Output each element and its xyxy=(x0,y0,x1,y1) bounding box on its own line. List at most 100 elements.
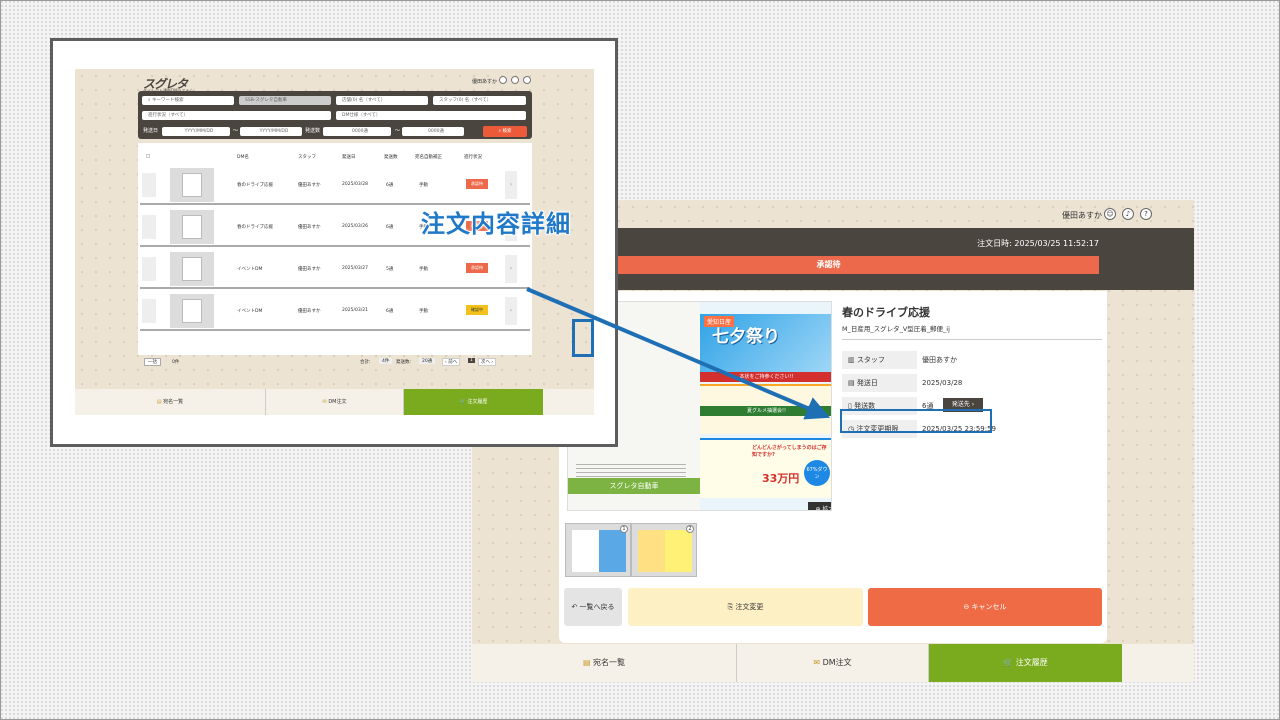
user-name: 優田あすか xyxy=(472,79,498,85)
thumbnail-number: 2 xyxy=(686,525,694,533)
cart-icon: 🛒 xyxy=(1003,658,1014,667)
row-thumbnail xyxy=(170,210,214,244)
count-to-input[interactable]: 0000通 xyxy=(402,127,464,136)
col-auto-correct: 宛名自動補正 xyxy=(415,155,442,160)
user-name: 優田あすか xyxy=(1062,211,1102,220)
row-checkbox[interactable] xyxy=(142,215,156,239)
per-page-select[interactable]: 一括 xyxy=(144,358,161,366)
col-send-date: 発送日 xyxy=(342,155,356,160)
status-banner: 承認待 xyxy=(558,256,1099,274)
user-icon[interactable] xyxy=(499,76,507,84)
row-checkbox[interactable] xyxy=(142,173,156,197)
order-table: □ DM名 スタッフ 発送日 発送数 宛名自動補正 進行状況 春のドライブ応援 … xyxy=(138,143,532,355)
page-current[interactable]: 1 xyxy=(468,358,475,363)
zoom-button[interactable]: ⊕ 拡大 xyxy=(808,502,831,511)
clipboard-icon: ▤ xyxy=(156,399,162,405)
store-select[interactable]: 店舗(0) 名（すべて） xyxy=(336,96,428,105)
zoom-label: 拡大 xyxy=(822,506,831,511)
back-to-list-button[interactable]: ↶ 一覧へ戻る xyxy=(564,588,622,626)
company-select[interactable]: SSB-スグレタ自動車 xyxy=(239,96,331,105)
date-to-input[interactable]: YYYY/MM/DD xyxy=(240,127,302,136)
keyword-input[interactable]: ⌕ キーワード検索 xyxy=(142,96,234,105)
row-auto: 手動 xyxy=(419,183,428,188)
nav-address-list[interactable]: ▤ 宛名一覧 xyxy=(75,389,266,415)
dm-spec: M_日産用_スグレタ_V型圧着_郵便_ij xyxy=(842,323,1102,340)
table-footer: 一括 0件 合計: 4件 発送数: 20通 ‹ 前へ 1 次へ › xyxy=(138,355,532,369)
row-dm-name: 春のドライブ応援 xyxy=(237,225,273,230)
prev-page-button[interactable]: ‹ 前へ xyxy=(442,358,461,366)
table-row[interactable]: 春のドライブ応援 優田あすか 2025/03/28 6通 手動 承認待 › xyxy=(140,165,530,205)
dealer-name: スグレタ自動車 xyxy=(568,478,700,494)
next-page-button[interactable]: 次へ › xyxy=(478,358,497,366)
chevron-right-icon[interactable]: › xyxy=(505,171,517,199)
help-icon[interactable] xyxy=(523,76,531,84)
row-auto: 手動 xyxy=(419,309,428,314)
row-staff: 優田あすか xyxy=(298,225,321,230)
nav-order-history[interactable]: 🛒 注文履歴 xyxy=(404,389,543,415)
row-date: 2025/03/27 xyxy=(342,266,368,271)
row-auto: 手動 xyxy=(419,267,428,272)
flyer-price: 33万円 xyxy=(762,472,800,485)
nav-dm-order[interactable]: ✉ DM注文 xyxy=(266,389,404,415)
info-staff: ▥ スタッフ 優田あすか xyxy=(842,351,1100,371)
col-staff: スタッフ xyxy=(298,155,316,160)
bell-icon[interactable]: ♪ xyxy=(1122,208,1134,220)
total-label: 合計: xyxy=(360,360,371,365)
search-button[interactable]: ⌕ 検索 xyxy=(483,126,527,137)
nav-address-list[interactable]: ▤ 宛名一覧 xyxy=(472,644,737,682)
row-staff: 優田あすか xyxy=(298,183,321,188)
send-date-value: 2025/03/28 xyxy=(922,379,963,387)
filter-panel: ⌕ キーワード検索 SSB-スグレタ自動車 店舗(0) 名（すべて） スタッフ(… xyxy=(138,91,532,139)
bottom-nav: ▤ 宛名一覧 ✉ DM注文 🛒 注文履歴 xyxy=(75,389,594,415)
callout-label: 注文内容詳細 xyxy=(420,209,571,239)
row-checkbox[interactable] xyxy=(142,299,156,323)
chevron-right-icon[interactable]: › xyxy=(505,297,517,325)
send-date-label: ▤ 発送日 xyxy=(842,374,917,392)
row-checkbox[interactable] xyxy=(142,257,156,281)
order-history-screen: スグレタ ダイレクト通販DMシステム 優田あすか ⌕ キーワード検索 SSB-ス… xyxy=(75,69,594,415)
thumbnail-page-1[interactable]: 1 xyxy=(565,523,631,577)
chevron-right-icon[interactable]: › xyxy=(505,255,517,283)
count-range-separator: ～ xyxy=(395,128,401,134)
row-count: 6通 xyxy=(386,225,394,230)
bottom-nav: ▤ 宛名一覧 ✉ DM注文 🛒 注文履歴 xyxy=(472,644,1194,682)
help-icon[interactable]: ? xyxy=(1140,208,1152,220)
row-thumbnail xyxy=(170,168,214,202)
row-count: 5通 xyxy=(386,267,394,272)
detail-status-bar: 注文日時: 2025/03/25 11:52:17 承認待 xyxy=(558,228,1194,290)
col-count: 発送数 xyxy=(384,155,398,160)
row-date: 2025/03/26 xyxy=(342,224,368,229)
row-dm-name: 春のドライブ応援 xyxy=(237,183,273,188)
status-badge: 確認中 xyxy=(466,305,488,315)
count-label: 発送数 xyxy=(305,128,321,134)
envelope-icon: ✉ xyxy=(322,399,327,405)
date-from-input[interactable]: YYYY/MM/DD xyxy=(162,127,230,136)
date-range-separator: ～ xyxy=(233,128,239,134)
envelope-icon: ✉ xyxy=(813,658,821,667)
table-row[interactable]: イベントDM 優田あすか 2025/03/27 5通 手動 承認待 › xyxy=(140,249,530,289)
user-icon[interactable]: ☺ xyxy=(1104,208,1116,220)
nav-order-history[interactable]: 🛒 注文履歴 xyxy=(929,644,1122,682)
flyer-title: 七夕祭り xyxy=(712,327,780,347)
send-date-label: 発送日 xyxy=(143,128,159,134)
dm-size-select[interactable]: DM仕様（すべて） xyxy=(336,111,526,120)
edit-order-button[interactable]: ⎘ 注文変更 xyxy=(628,588,863,626)
selected-count: 0件 xyxy=(172,360,180,365)
flyer-discount: 67%ダウン xyxy=(804,460,830,486)
select-all-checkbox[interactable]: □ xyxy=(146,154,150,159)
bell-icon[interactable] xyxy=(511,76,519,84)
dm-title: 春のドライブ応援 xyxy=(842,306,930,319)
staff-select[interactable]: スタッフ(0) 名（すべて） xyxy=(433,96,526,105)
table-row[interactable]: イベントDM 優田あすか 2025/03/21 6通 手動 確認中 › xyxy=(140,291,530,331)
cancel-order-button[interactable]: ⊖ キャンセル xyxy=(868,588,1102,626)
thumbnail-image xyxy=(638,530,692,572)
clipboard-icon: ▤ xyxy=(582,658,591,667)
nav-dm-order[interactable]: ✉ DM注文 xyxy=(737,644,929,682)
detail-chevron-highlight xyxy=(572,319,594,357)
row-dm-name: イベントDM xyxy=(237,267,263,272)
order-datetime: 注文日時: 2025/03/25 11:52:17 xyxy=(977,239,1099,248)
row-count: 6通 xyxy=(386,309,394,314)
thumbnail-page-2[interactable]: 2 xyxy=(631,523,697,577)
status-select[interactable]: 進行状況（すべて） xyxy=(142,111,331,120)
count-from-input[interactable]: 0000通 xyxy=(323,127,391,136)
